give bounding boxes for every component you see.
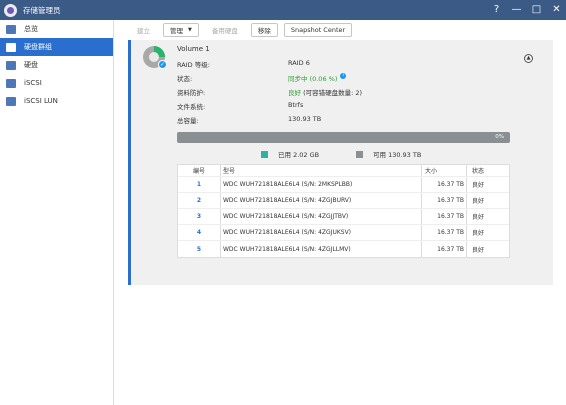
chevron-down-icon: ▼ (188, 27, 192, 33)
storage-manager-app-icon (4, 3, 17, 17)
free-legend: 可用 130.93 TB (356, 149, 421, 159)
usage-progress-bar: 0% (177, 132, 510, 143)
sidebar-item-iscsi-lun[interactable]: iSCSI LUN (0, 92, 113, 110)
maximize-icon[interactable]: □ (531, 0, 542, 20)
fault-tolerance-text: (可容错硬盘数量: 2) (301, 89, 363, 97)
disk-status: 良好 (472, 182, 485, 189)
disk-number-link[interactable]: 1 (197, 181, 201, 188)
disk-size: 16.37 TB (422, 225, 467, 240)
disk-status: 良好 (472, 214, 485, 221)
sidebar-item-iscsi[interactable]: iSCSI (0, 74, 113, 92)
sidebar-item-label: iSCSI (24, 79, 42, 87)
total-capacity-label: 总容量: (177, 117, 199, 125)
manage-label: 管理 (170, 27, 183, 35)
manage-dropdown[interactable]: 管理 ▼ (163, 23, 199, 37)
list-icon (6, 42, 16, 52)
filesystem-row: 文件系统: Btrfs (177, 101, 304, 111)
lun-icon (6, 96, 16, 106)
help-icon[interactable]: ? (491, 0, 502, 20)
column-header-size[interactable]: 大小 (422, 165, 467, 176)
hot-spare-button[interactable]: 备用硬盘 (204, 23, 245, 37)
raid-level-label: RAID 等级: (177, 61, 210, 69)
disk-number-link[interactable]: 3 (197, 213, 201, 220)
table-row[interactable]: 3 WDC WUH721818ALE6L4 (S/N: 4ZGJJTBV) 16… (178, 209, 509, 225)
disk-size: 16.37 TB (422, 193, 467, 208)
total-capacity-row: 总容量: 130.93 TB (177, 115, 322, 125)
minimize-icon[interactable]: — (511, 0, 522, 20)
disk-model: WDC WUH721818ALE6L4 (S/N: 4ZGJLLMV) (221, 241, 422, 257)
disk-status: 良好 (472, 246, 485, 254)
sidebar: 总览 硬盘群组 硬盘 iSCSI iSCSI LUN (0, 20, 114, 405)
filesystem-value: Btrfs (288, 101, 304, 109)
snapshot-center-button[interactable]: Snapshot Center (283, 23, 353, 37)
disk-model: WDC WUH721818ALE6L4 (S/N: 2MKSPLBB) (221, 177, 422, 192)
info-icon[interactable]: i (340, 73, 347, 79)
raid-level-row: RAID 等级: RAID 6 (177, 59, 310, 69)
title-bar: 存储管理员 ? — □ ✕ (0, 0, 566, 20)
table-row[interactable]: 1 WDC WUH721818ALE6L4 (S/N: 2MKSPLBB) 16… (178, 177, 509, 193)
sidebar-item-label: 硬盘 (24, 61, 38, 69)
column-header-status[interactable]: 状态 (467, 165, 509, 176)
table-row[interactable]: 2 WDC WUH721818ALE6L4 (S/N: 4ZGJBURV) 16… (178, 193, 509, 209)
iscsi-icon (6, 78, 16, 88)
column-header-number[interactable]: 编号 (178, 165, 221, 176)
list-icon (6, 24, 16, 34)
close-icon[interactable]: ✕ (551, 0, 562, 20)
volume-panel[interactable]: ✓ Volume 1 ▲ RAID 等级: RAID 6 状态: 同步中 (0.… (128, 40, 553, 285)
disk-number-link[interactable]: 2 (197, 197, 201, 204)
remove-button[interactable]: 移除 (250, 23, 278, 37)
check-icon: ✓ (158, 60, 167, 69)
sidebar-item-disks[interactable]: 硬盘 (0, 56, 113, 74)
status-value: 同步中 (0.06 %) (288, 75, 338, 83)
volume-status-icon: ✓ (143, 46, 167, 69)
disk-number-link[interactable]: 4 (197, 229, 201, 236)
disk-model: WDC WUH721818ALE6L4 (S/N: 4ZGJJTBV) (221, 209, 422, 224)
toolbar: 建立 管理 ▼ 备用硬盘 移除 Snapshot Center (130, 22, 353, 38)
sidebar-item-overview[interactable]: 总览 (0, 20, 113, 38)
sidebar-item-label: iSCSI LUN (24, 97, 58, 105)
usage-percent: 0% (495, 134, 504, 140)
filesystem-label: 文件系统: (177, 103, 206, 111)
disk-size: 16.37 TB (422, 209, 467, 224)
sidebar-item-disk-groups[interactable]: 硬盘群组 (0, 38, 113, 56)
used-legend: 已用 2.02 GB (261, 149, 319, 159)
disk-model: WDC WUH721818ALE6L4 (S/N: 4ZGJBURV) (221, 193, 422, 208)
disk-status: 良好 (472, 198, 485, 205)
table-row[interactable]: 4 WDC WUH721818ALE6L4 (S/N: 4ZGJUKSV) 16… (178, 225, 509, 241)
disk-model: WDC WUH721818ALE6L4 (S/N: 4ZGJUKSV) (221, 225, 422, 240)
disk-icon (6, 60, 16, 70)
disk-size: 16.37 TB (422, 241, 467, 257)
data-protection-row: 资料防护: 良好 (可容错硬盘数量: 2) (177, 87, 363, 97)
column-header-model[interactable]: 型号 (221, 165, 422, 176)
data-protection-label: 资料防护: (177, 89, 206, 97)
status-label: 状态: (177, 75, 193, 83)
free-swatch (356, 150, 363, 158)
disk-number-link[interactable]: 5 (197, 246, 201, 253)
sidebar-item-label: 硬盘群组 (24, 43, 52, 51)
total-capacity-value: 130.93 TB (288, 115, 322, 123)
data-protection-status: 良好 (288, 89, 301, 97)
window-controls: ? — □ ✕ (491, 0, 562, 20)
sidebar-item-label: 总览 (24, 25, 38, 33)
raid-level-value: RAID 6 (288, 59, 310, 67)
window-title: 存储管理员 (23, 5, 61, 15)
create-button[interactable]: 建立 (130, 23, 157, 37)
disk-table: 编号 型号 大小 状态 1 WDC WUH721818ALE6L4 (S/N: … (177, 164, 510, 258)
table-row[interactable]: 5 WDC WUH721818ALE6L4 (S/N: 4ZGJLLMV) 16… (178, 241, 509, 257)
disk-status: 良好 (472, 230, 485, 237)
free-label: 可用 130.93 TB (373, 151, 422, 159)
used-swatch (261, 150, 268, 158)
table-header: 编号 型号 大小 状态 (178, 165, 509, 177)
disk-size: 16.37 TB (422, 177, 467, 192)
volume-name: Volume 1 (177, 45, 210, 53)
status-row: 状态: 同步中 (0.06 %) i (177, 73, 347, 83)
collapse-icon[interactable]: ▲ (524, 54, 533, 63)
used-label: 已用 2.02 GB (278, 151, 320, 159)
